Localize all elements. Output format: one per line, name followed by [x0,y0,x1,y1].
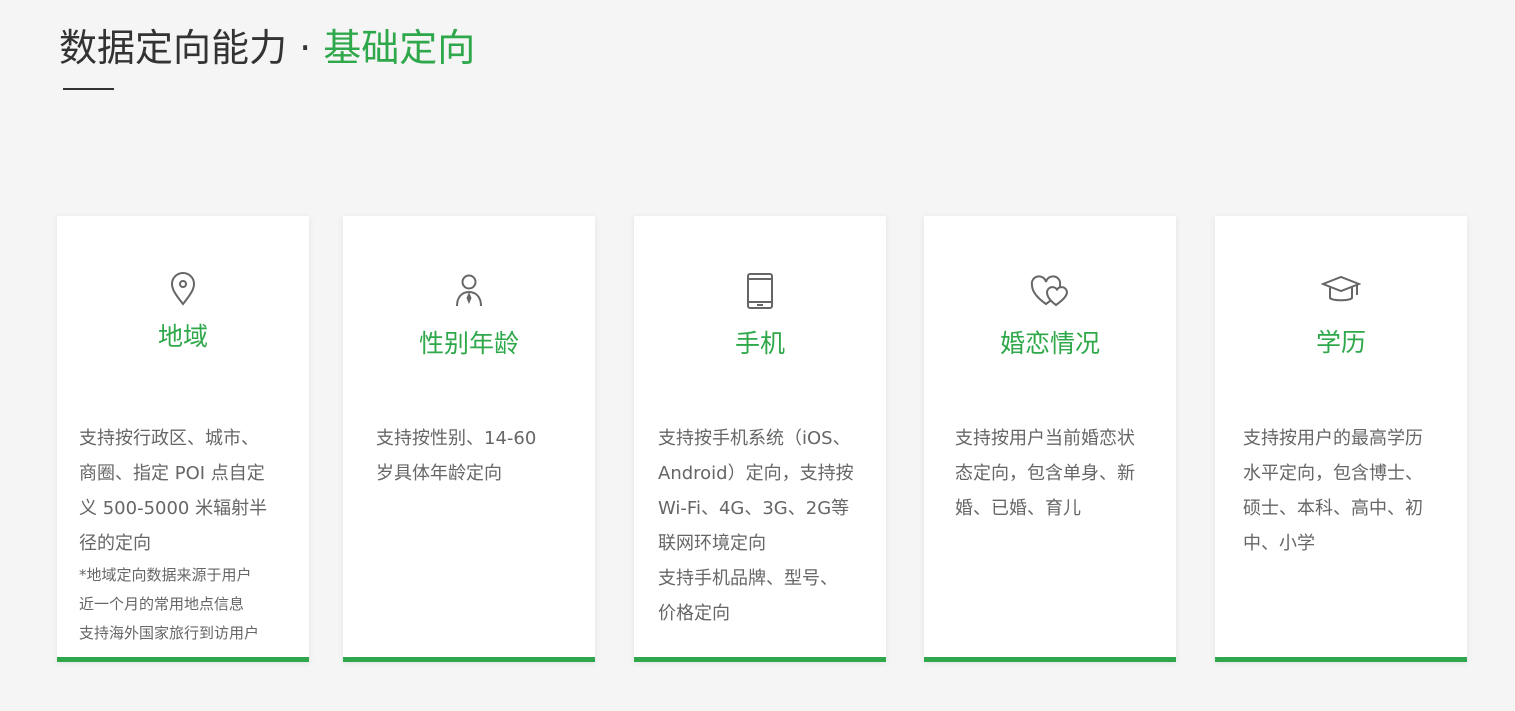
card-description: 支持按行政区、城市、 商圈、指定 POI 点自定 义 500-5000 米辐射半… [79,421,267,561]
card-note: *地域定向数据来源于用户 近一个月的常用地点信息 支持海外国家旅行到访用户 [79,561,259,648]
card-gender-age: 性别年龄 支持按性别、14-60 岁具体年龄定向 [343,216,595,662]
description-line: 价格定向 [658,603,730,624]
location-pin-icon [167,271,199,307]
description-line: Wi-Fi、4G、3G、2G等 [658,498,850,519]
card-region: 地域 支持按行政区、城市、 商圈、指定 POI 点自定 义 500-5000 米… [57,216,309,662]
card-title: 婚恋情况 [999,329,1100,358]
card-marital-status: 婚恋情况 支持按用户当前婚恋状 态定向，包含单身、新 婚、已婚、育儿 [924,216,1176,662]
title-underline [63,88,114,90]
page-title-separator: · [299,26,312,70]
description-line: 婚、已婚、育儿 [955,498,1081,519]
card-description: 支持按用户当前婚恋状 态定向，包含单身、新 婚、已婚、育儿 [955,421,1135,526]
description-line: 支持按用户的最高学历 [1243,428,1423,449]
description-line: 支持按用户当前婚恋状 [955,428,1135,449]
description-line: 义 500-5000 米辐射半 [79,498,268,519]
card-education: 学历 支持按用户的最高学历 水平定向，包含博士、 硕士、本科、高中、初 中、小学 [1215,216,1467,662]
description-line: 支持按性别、14-60 [376,428,537,449]
page-title: 数据定向能力 · 基础定向 [59,22,475,74]
card-description: 支持按手机系统（iOS、 Android）定向，支持按 Wi-Fi、4G、3G、… [658,421,854,631]
card-description: 支持按用户的最高学历 水平定向，包含博士、 硕士、本科、高中、初 中、小学 [1243,421,1423,561]
card-accent-bar [343,657,595,662]
double-heart-icon [1030,273,1070,309]
card-title: 学历 [1315,328,1366,357]
card-accent-bar [57,657,309,662]
description-line: 硕士、本科、高中、初 [1243,498,1423,519]
graduation-cap-icon [1321,272,1361,308]
mobile-phone-icon [744,273,776,309]
card-accent-bar [924,657,1176,662]
page-title-accent: 基础定向 [323,26,476,70]
card-accent-bar [1215,657,1467,662]
description-line: 联网环境定向 [658,533,766,554]
description-line: 径的定向 [79,533,151,554]
description-line: 中、小学 [1243,533,1315,554]
description-line: 支持按手机系统（iOS、 [658,428,851,449]
page-title-main: 数据定向能力 [59,26,288,70]
description-line: Android）定向，支持按 [658,463,854,484]
note-line: *地域定向数据来源于用户 [79,566,252,584]
card-title: 地域 [157,322,208,351]
card-accent-bar [634,657,886,662]
note-line: 支持海外国家旅行到访用户 [79,624,260,642]
card-title: 手机 [734,329,785,358]
description-line: 岁具体年龄定向 [376,463,502,484]
card-mobile: 手机 支持按手机系统（iOS、 Android）定向，支持按 Wi-Fi、4G、… [634,216,886,662]
person-icon [453,272,485,308]
note-line: 近一个月的常用地点信息 [79,595,245,613]
description-line: 商圈、指定 POI 点自定 [79,463,265,484]
card-title: 性别年龄 [418,329,519,358]
description-line: 态定向，包含单身、新 [955,463,1135,484]
description-line: 水平定向，包含博士、 [1243,463,1423,484]
card-description: 支持按性别、14-60 岁具体年龄定向 [376,421,536,491]
description-line: 支持手机品牌、型号、 [658,568,838,589]
description-line: 支持按行政区、城市、 [79,428,259,449]
